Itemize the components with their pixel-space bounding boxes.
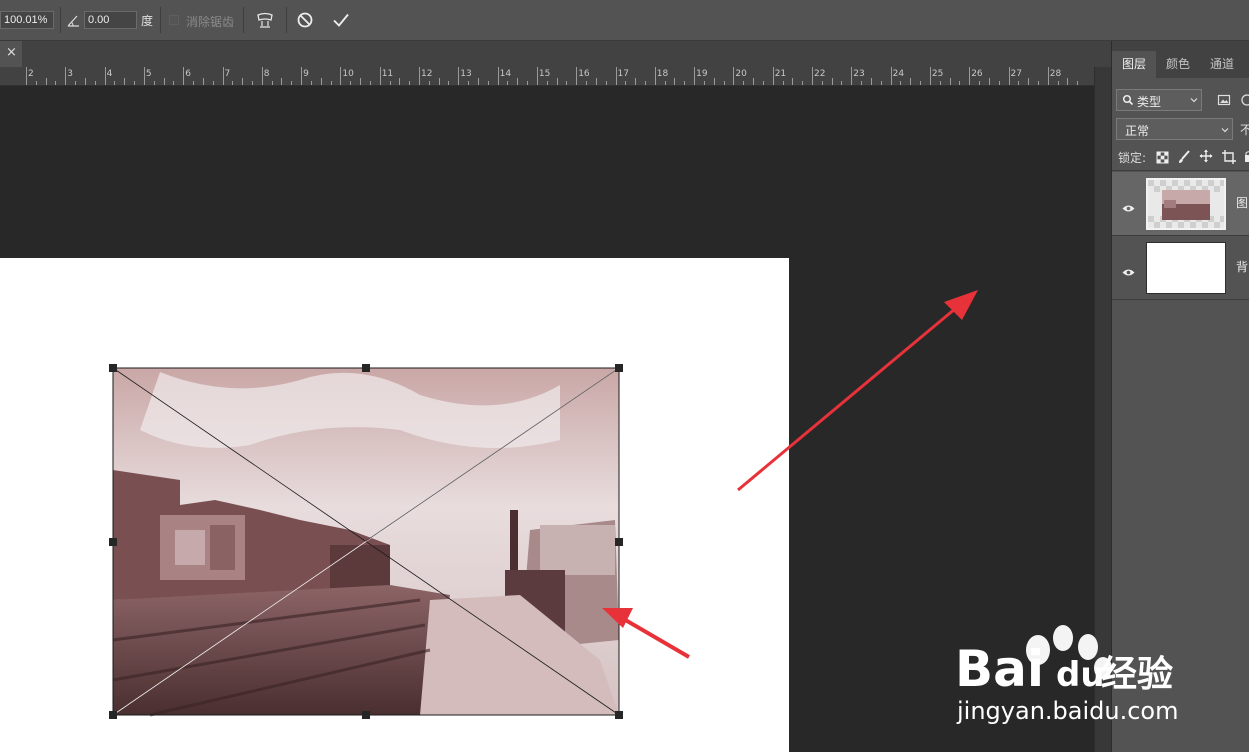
lock-artboard-icon[interactable] <box>1222 149 1236 164</box>
blend-mode-dropdown[interactable]: 正常 <box>1116 118 1233 140</box>
panel-tab-bar: 图层 颜色 通道 <box>1112 41 1249 78</box>
chevron-down-icon <box>1189 94 1199 104</box>
visibility-eye-icon[interactable] <box>1122 262 1135 276</box>
lock-transparency-icon[interactable] <box>1156 149 1169 164</box>
image-filter-icon[interactable] <box>1217 92 1231 106</box>
watermark-suffix: 经验 <box>1101 654 1173 695</box>
tab-layers[interactable]: 图层 <box>1112 51 1156 78</box>
watermark-url: jingyan.baidu.com <box>956 697 1178 725</box>
layer-filter-dropdown[interactable]: 类型 <box>1116 89 1202 111</box>
panel-divider <box>1112 299 1249 300</box>
layer-thumbnail <box>1146 242 1226 294</box>
adjustment-filter-icon[interactable] <box>1240 92 1249 106</box>
tab-color[interactable]: 颜色 <box>1156 51 1200 78</box>
layer-thumbnail <box>1146 178 1226 230</box>
panel-divider <box>1112 170 1249 171</box>
lock-position-move-icon[interactable] <box>1199 148 1213 163</box>
layer-name: 图 <box>1236 196 1249 210</box>
lock-all-icon[interactable] <box>1244 149 1249 163</box>
search-icon <box>1122 94 1134 106</box>
lock-pixels-brush-icon[interactable] <box>1177 149 1191 163</box>
opacity-label: 不 <box>1240 123 1249 137</box>
baidu-watermark: Bai du 经验 jingyan.baidu.com <box>955 625 1178 725</box>
visibility-eye-icon[interactable] <box>1122 198 1135 212</box>
watermark-brand-bai: Bai <box>955 640 1044 698</box>
layer-row-background[interactable]: 背 <box>1112 236 1249 299</box>
layer-filter-value: 类型 <box>1137 95 1162 109</box>
chevron-down-icon <box>1220 124 1230 134</box>
annotation-arrow <box>737 290 978 492</box>
tab-channels[interactable]: 通道 <box>1200 51 1244 78</box>
layer-row-image[interactable]: 图 <box>1112 172 1249 235</box>
watermark-brand-du: du <box>1056 655 1105 695</box>
lock-label: 锁定: <box>1118 151 1147 165</box>
transform-overlay <box>109 290 978 719</box>
blend-mode-value: 正常 <box>1125 124 1150 138</box>
layer-name: 背 <box>1236 260 1249 274</box>
